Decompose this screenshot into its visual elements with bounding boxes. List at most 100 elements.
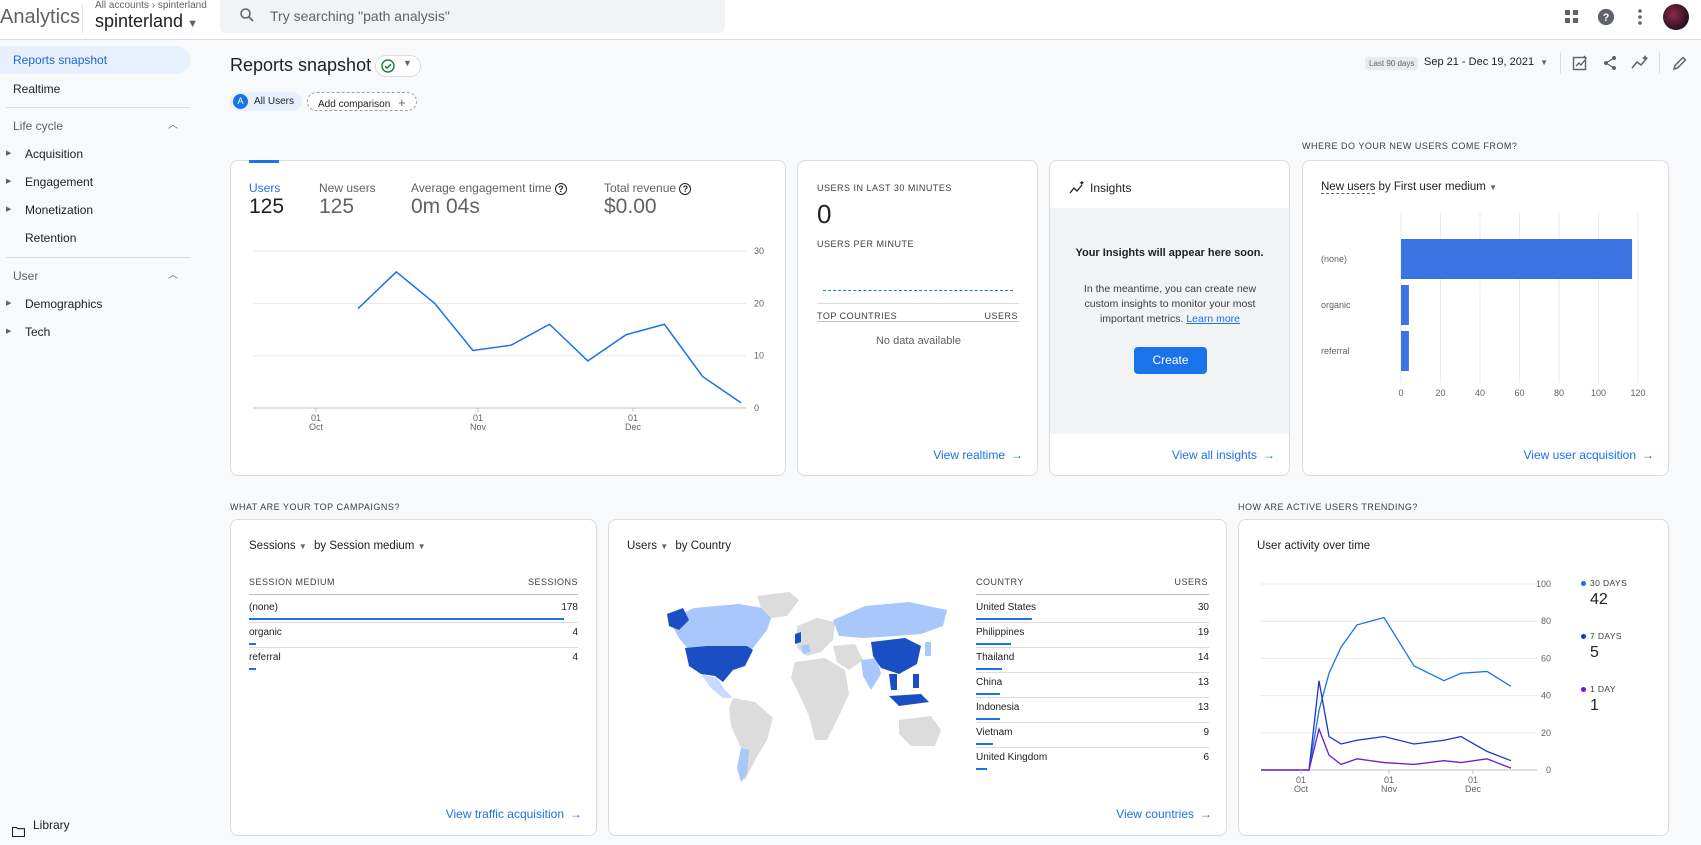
x-tick-label: Nov: [1381, 784, 1398, 794]
table-row[interactable]: United States 30: [976, 598, 1209, 623]
legend-value: 1: [1590, 697, 1599, 714]
row-label: China: [976, 677, 1003, 688]
expand-arrow-icon: ▶: [6, 300, 12, 307]
col-country: COUNTRY: [976, 577, 1024, 587]
legend-label: 7 DAYS: [1581, 631, 1622, 641]
row-value: 178: [561, 602, 578, 613]
nav-section-lifecycle[interactable]: Life cycle ︿: [0, 112, 190, 140]
insights-icon[interactable]: [1629, 52, 1651, 74]
more-vert-icon[interactable]: [1629, 6, 1651, 28]
breadcrumb-all-accounts[interactable]: All accounts: [95, 0, 149, 11]
search-bar[interactable]: Try searching "path analysis": [220, 0, 725, 33]
nav-label: Retention: [25, 231, 77, 245]
report-status-menu[interactable]: ▼: [375, 55, 421, 77]
link-label: View traffic acquisition: [445, 807, 564, 821]
view-all-insights-link[interactable]: View all insights →: [1172, 448, 1275, 462]
row-value: 30: [1197, 602, 1209, 613]
nav-reports-snapshot[interactable]: Reports snapshot: [0, 46, 190, 74]
y-tick-label: 60: [1541, 653, 1551, 663]
plus-icon: +: [398, 95, 406, 110]
col-users: USERS: [1174, 577, 1208, 587]
metric-selector[interactable]: Sessions ▼: [249, 540, 307, 552]
table-row[interactable]: organic 4: [249, 623, 578, 648]
col-users: USERS: [984, 311, 1018, 321]
nav-section-user[interactable]: User ︿: [0, 262, 190, 290]
y-tick-label: 10: [754, 351, 764, 361]
link-label: View user acquisition: [1523, 448, 1636, 462]
edit-pencil-icon[interactable]: [1668, 52, 1690, 74]
svg-text:?: ?: [1603, 12, 1610, 24]
row-proportion-bar: [976, 668, 1003, 670]
nav-engagement[interactable]: ▶ Engagement: [0, 168, 190, 196]
view-traffic-acquisition-link[interactable]: View traffic acquisition →: [446, 807, 582, 821]
date-range-picker[interactable]: Sep 21 - Dec 19, 2021 ▼: [1424, 56, 1548, 68]
property-selector[interactable]: spinterland ▼: [95, 11, 198, 32]
table-row[interactable]: Indonesia 13: [976, 698, 1209, 723]
account-avatar[interactable]: [1663, 4, 1689, 30]
table-row[interactable]: Thailand 14: [976, 648, 1209, 673]
nav-tech[interactable]: ▶ Tech: [0, 318, 190, 346]
add-comparison-button[interactable]: Add comparison +: [307, 92, 417, 111]
help-icon[interactable]: ?: [1595, 6, 1617, 28]
apps-grid-icon[interactable]: [1561, 6, 1583, 28]
comparison-chip-all-users[interactable]: A All Users: [230, 92, 303, 111]
row-label: Vietnam: [976, 727, 1013, 738]
empty-state: No data available: [875, 335, 961, 347]
row-label: (none): [249, 602, 278, 613]
view-user-acquisition-link[interactable]: View user acquisition →: [1523, 448, 1654, 462]
map-country-uk: [795, 632, 801, 644]
nav-retention[interactable]: Retention: [0, 224, 190, 252]
nav-library[interactable]: Library: [0, 811, 190, 839]
table-row[interactable]: China 13: [976, 673, 1209, 698]
dimension-selector[interactable]: by Session medium ▼: [314, 540, 425, 552]
date-preset-tag: Last 90 days: [1365, 57, 1419, 70]
metric-name: Users: [627, 540, 658, 552]
nav-demographics[interactable]: ▶ Demographics: [0, 290, 190, 318]
y-tick-label: 0: [1546, 765, 1551, 775]
share-icon[interactable]: [1599, 52, 1621, 74]
campaigns-card: Sessions ▼ by Session medium ▼ SESSION M…: [230, 519, 597, 836]
row-proportion-bar: [976, 743, 993, 745]
row-label: United Kingdom: [976, 752, 1048, 763]
nav-label: Tech: [25, 325, 51, 339]
map-country-usa: [685, 646, 753, 682]
x-tick-label: 40: [1475, 388, 1485, 398]
x-tick-label: 100: [1591, 388, 1606, 398]
category-label: organic: [1321, 300, 1351, 310]
left-nav: Reports snapshot Realtime Life cycle ︿ ▶ A…: [0, 40, 200, 845]
customize-report-icon[interactable]: [1569, 52, 1591, 74]
nav-label: Monetization: [25, 203, 94, 217]
app-title[interactable]: Analytics: [0, 6, 80, 29]
legend-item: 1 DAY 1: [1581, 684, 1616, 715]
nav-monetization[interactable]: ▶ Monetization: [0, 196, 190, 224]
realtime-value: 0: [817, 199, 832, 229]
series-line-1: [1261, 680, 1512, 771]
legend-label: 30 DAYS: [1581, 578, 1627, 588]
arrow-right-icon: →: [1200, 807, 1212, 821]
metric-selector[interactable]: Users ▼: [627, 540, 668, 552]
header-divider: [82, 5, 83, 33]
view-countries-link[interactable]: View countries →: [1116, 807, 1212, 821]
x-tick-label: 80: [1554, 388, 1564, 398]
table-row[interactable]: United Kingdom 6: [976, 748, 1209, 773]
breadcrumb-account[interactable]: spinterland: [158, 0, 207, 11]
section-title-campaigns: WHAT ARE YOUR TOP CAMPAIGNS?: [230, 502, 400, 512]
table-row[interactable]: referral 4: [249, 648, 578, 673]
row-value: 4: [572, 627, 578, 638]
table-row[interactable]: Philippines 19: [976, 623, 1209, 648]
create-insight-button[interactable]: Create: [1134, 347, 1207, 374]
view-realtime-link[interactable]: View realtime →: [933, 448, 1023, 462]
account-breadcrumb[interactable]: All accounts › spinterland: [95, 0, 207, 11]
nav-acquisition[interactable]: ▶ Acquisition: [0, 140, 190, 168]
top-app-bar: Analytics All accounts › spinterland spi…: [0, 0, 1701, 40]
legend-dot: [1581, 581, 1586, 587]
nav-realtime[interactable]: Realtime: [0, 75, 190, 103]
table-row[interactable]: Vietnam 9: [976, 723, 1209, 748]
table-row[interactable]: (none) 178: [249, 598, 578, 623]
learn-more-link[interactable]: Learn more: [1186, 313, 1240, 325]
chevron-up-icon: ︿: [168, 120, 178, 131]
caret-down-icon: ▼: [403, 58, 412, 68]
nav-section-label: User: [13, 269, 39, 283]
insights-card: Insights Your Insights will appear here …: [1049, 160, 1290, 476]
insights-description: In the meantime, you can create new cust…: [1076, 282, 1264, 327]
